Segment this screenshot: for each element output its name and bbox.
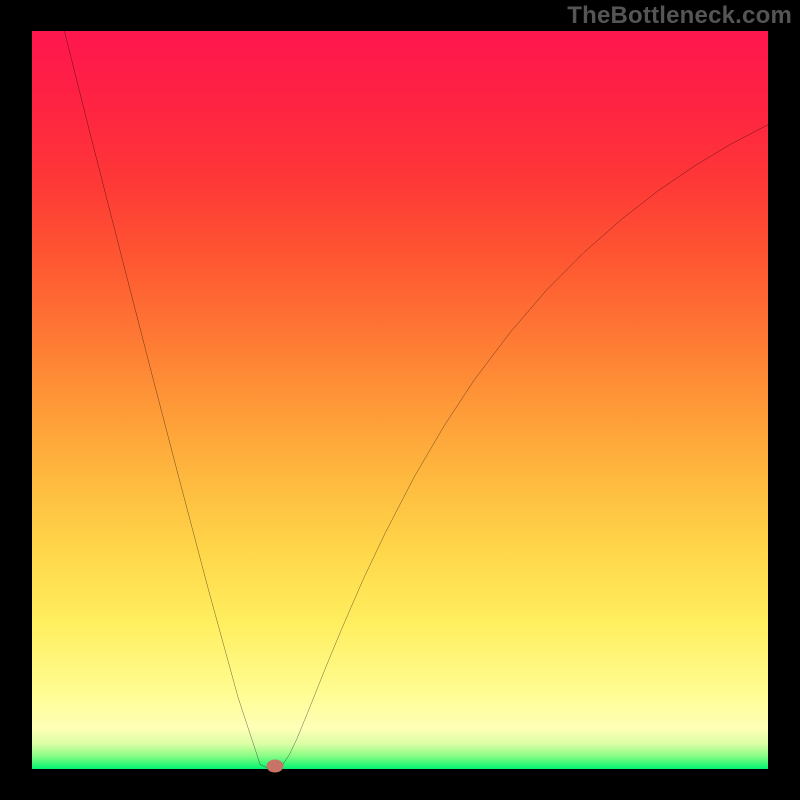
watermark-text: TheBottleneck.com — [567, 2, 792, 30]
chart-plot-area — [32, 31, 768, 769]
optimal-point-marker — [266, 760, 283, 773]
bottleneck-curve — [64, 31, 768, 769]
curve-svg — [32, 31, 768, 769]
